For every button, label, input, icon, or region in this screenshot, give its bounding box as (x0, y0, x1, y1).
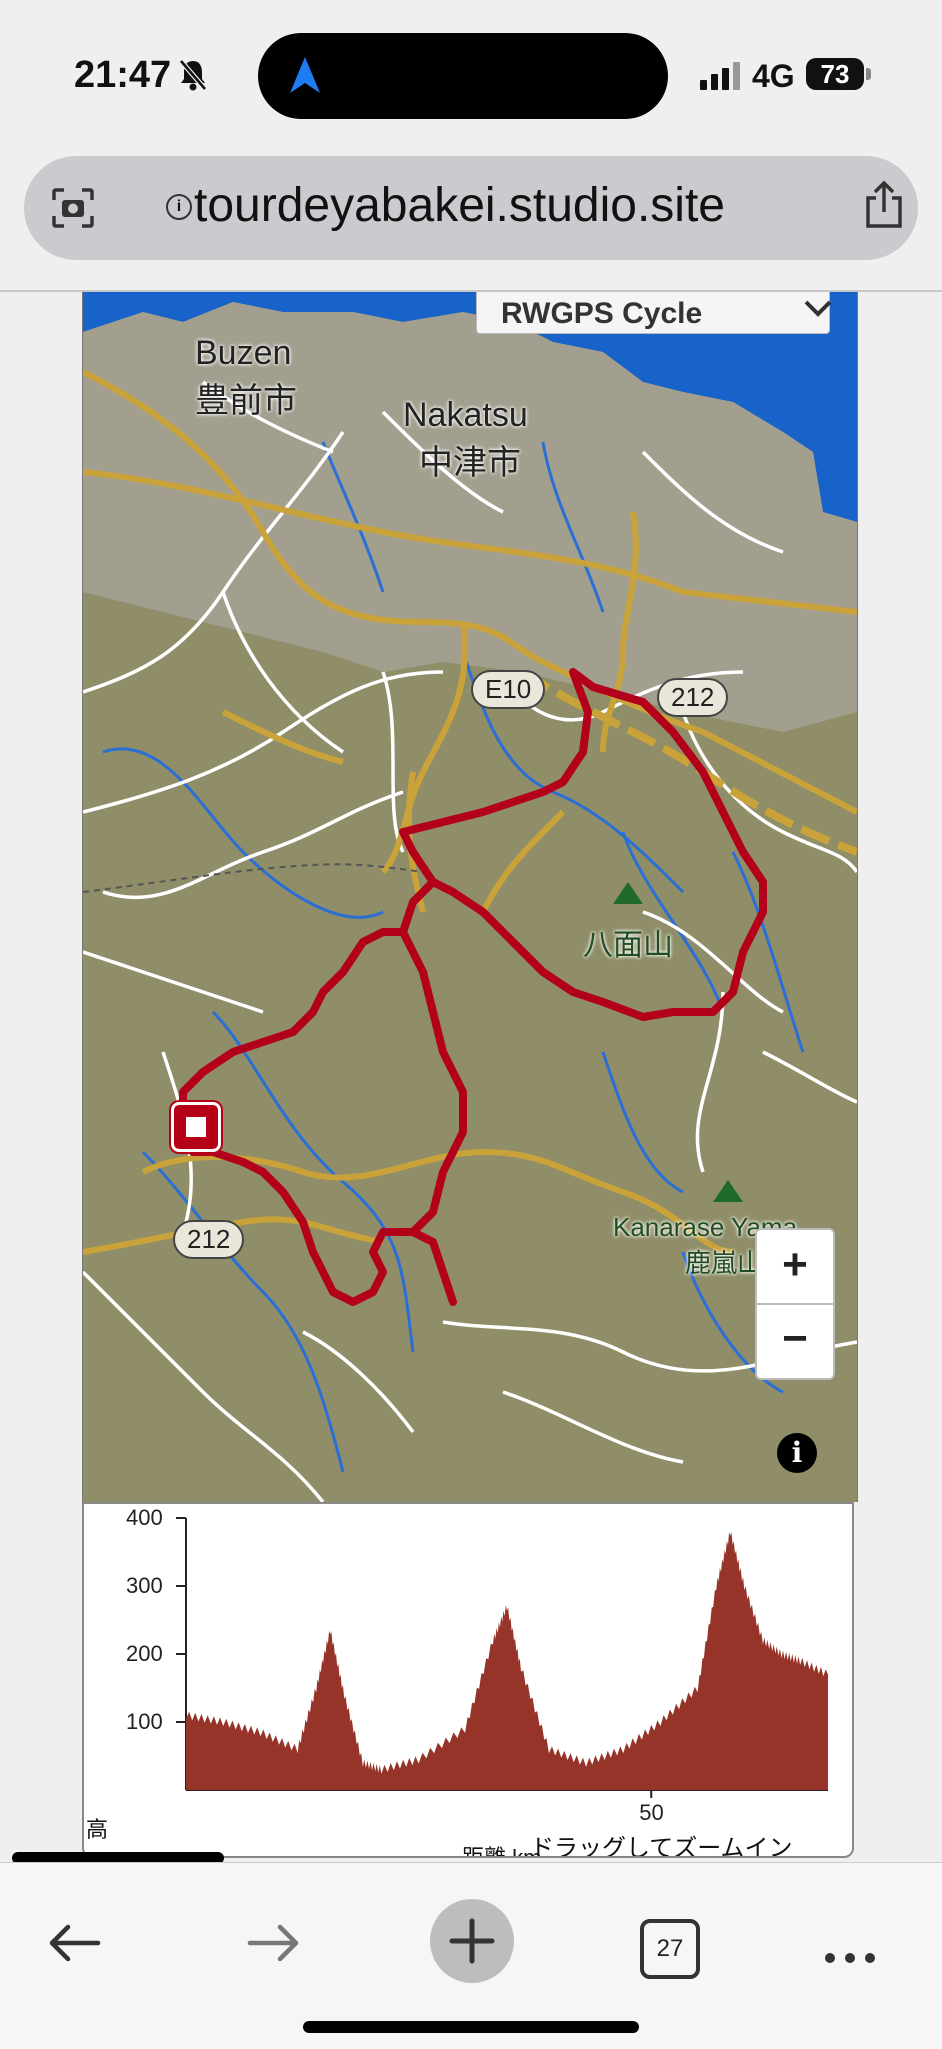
y-tick-label: 400 (126, 1505, 163, 1530)
map-info-button[interactable]: i (777, 1433, 817, 1473)
elevation-chart[interactable] (84, 1504, 854, 1858)
navigation-arrow-icon (288, 55, 322, 100)
map-layer-select[interactable]: RWGPS Cycle (476, 292, 832, 334)
route-map[interactable]: Buzen 豊前市 Nakatsu 中津市 八面山 Kanarase Yama 鹿嵐山… (82, 292, 858, 1502)
home-indicator (303, 2021, 639, 2033)
back-arrow-icon[interactable] (46, 1923, 102, 1968)
plus-icon (449, 1918, 495, 1964)
elevation-profile[interactable]: 100 200 300 400 50 高 距離 km ドラッグしてズームイン (82, 1502, 854, 1858)
dynamic-island (258, 33, 668, 119)
cellular-signal-icon (700, 62, 744, 95)
drag-zoom-hint: ドラッグしてズームイン (530, 1835, 793, 1858)
new-tab-button[interactable] (430, 1899, 514, 1983)
cycling-route[interactable] (179, 668, 767, 1306)
peak-icon (713, 1180, 743, 1202)
y-tick-label: 200 (126, 1641, 163, 1666)
zoom-control: + − (755, 1228, 835, 1380)
bell-muted-icon (178, 58, 208, 97)
route-start-marker[interactable] (171, 1102, 221, 1152)
y-tick-label: 100 (126, 1709, 163, 1734)
site-info-icon[interactable]: i (166, 194, 192, 220)
tabs-button[interactable]: 27 (640, 1919, 700, 1979)
x-tick-label: 50 (639, 1800, 664, 1825)
camera-scan-icon[interactable] (50, 186, 96, 235)
browser-toolbar: 27 (0, 1862, 942, 2049)
network-type: 4G (752, 58, 795, 94)
address-bar[interactable]: i tourdeyabakei.studio.site (24, 156, 918, 260)
forward-arrow-icon[interactable] (246, 1923, 302, 1968)
status-bar: 21:47 4G 73 (0, 0, 942, 150)
elevation-y-label: 高 (86, 1817, 109, 1842)
more-options-icon[interactable] (822, 1927, 878, 1977)
status-time: 21:47 (74, 54, 172, 96)
url-text[interactable]: tourdeyabakei.studio.site (194, 178, 725, 233)
place-buzen: Buzen 豊前市 (195, 334, 297, 420)
battery-indicator: 73 (806, 58, 864, 90)
zoom-in-button[interactable]: + (757, 1230, 833, 1305)
road-shield-212: 212 (173, 1220, 245, 1259)
road-shield-212: 212 (657, 678, 729, 717)
prefecture-border (83, 863, 424, 893)
road-shield-e10: E10 (471, 670, 546, 709)
zoom-out-button[interactable]: − (757, 1304, 833, 1377)
share-icon[interactable] (862, 180, 906, 235)
elevation-area (186, 1532, 828, 1790)
battery-tip (866, 68, 871, 80)
y-tick-label: 300 (126, 1573, 163, 1598)
map-layer-label: RWGPS Cycle (501, 297, 703, 330)
place-hachimenzan: 八面山 (583, 929, 673, 962)
peak-icon (613, 882, 643, 904)
place-nakatsu: Nakatsu 中津市 (403, 396, 528, 482)
